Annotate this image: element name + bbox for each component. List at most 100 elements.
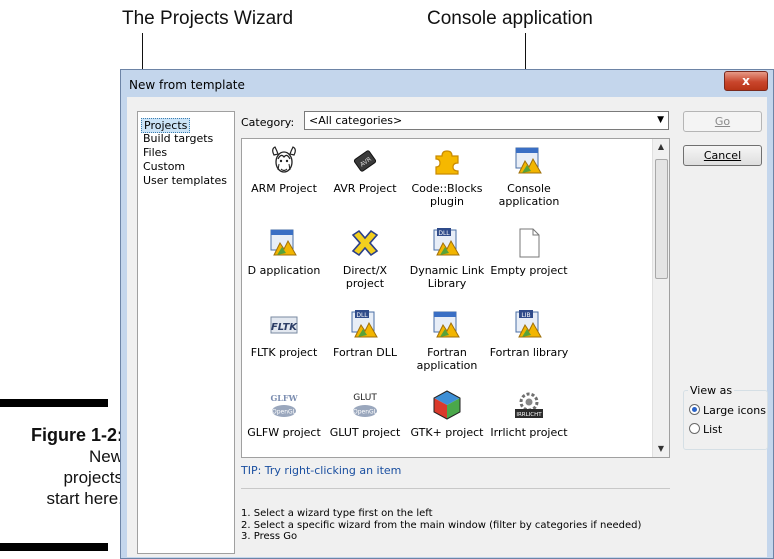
template-dynamic-link-library[interactable]: DLL Dynamic Link Library xyxy=(406,227,488,290)
opengl-badge-text: OpenGL xyxy=(272,409,297,416)
template-label: GLFW project xyxy=(247,426,321,439)
template-fortran-library[interactable]: LIB Fortran library xyxy=(488,309,570,359)
instruction-line: 1. Select a wizard type first on the lef… xyxy=(241,508,433,519)
template-fortran-dll[interactable]: DLL Fortran DLL xyxy=(324,309,406,359)
glfw-icon-text: GLFW xyxy=(270,393,298,403)
irrlicht-icon-text: IRRLICHT xyxy=(516,412,542,418)
template-label: Code::Blocks plugin xyxy=(411,182,483,208)
caption-line: start here. xyxy=(46,489,123,508)
wizard-type-custom[interactable]: Custom xyxy=(141,160,187,173)
caption-line: projects xyxy=(63,468,123,487)
window-title: New from template xyxy=(129,78,245,92)
divider xyxy=(241,488,670,489)
view-as-group: View as Large icons List xyxy=(683,384,768,450)
caption-rule xyxy=(0,399,108,407)
fltk-icon-text: FLTK xyxy=(271,322,298,333)
lib-icon: LIB xyxy=(515,310,542,338)
app-icon xyxy=(433,311,460,338)
large-icons-radio[interactable]: Large icons xyxy=(689,404,766,417)
fltk-icon: FLTK xyxy=(270,316,298,334)
template-avr-project[interactable]: AVR AVR Project xyxy=(324,145,406,195)
view-as-legend: View as xyxy=(688,384,735,397)
close-button[interactable]: x xyxy=(724,71,768,91)
glut-icon-text: GLUT xyxy=(353,393,377,403)
callout-projects-wizard: The Projects Wizard xyxy=(122,8,294,29)
scroll-down-icon[interactable]: ▼ xyxy=(653,441,669,457)
template-label: Console application xyxy=(498,182,560,208)
category-label: Category: xyxy=(241,116,295,129)
template-label: Fortran application xyxy=(416,346,478,372)
template-arm-project[interactable]: ARM Project xyxy=(243,145,325,195)
dropdown-arrow-icon[interactable]: ▼ xyxy=(657,112,664,129)
category-select[interactable]: <All categories> ▼ xyxy=(304,111,669,130)
template-label: Empty project xyxy=(490,264,568,277)
lib-icon-text: LIB xyxy=(521,312,530,319)
puzzle-icon xyxy=(435,150,459,175)
title-bar: New from template x xyxy=(121,70,773,97)
template-glut-project[interactable]: GLUT OpenGL GLUT project xyxy=(324,389,406,439)
template-label: FLTK project xyxy=(250,346,318,359)
cancel-button-label: Cancel xyxy=(703,149,742,162)
go-button[interactable]: Go xyxy=(683,111,762,132)
instructions: 1. Select a wizard type first on the lef… xyxy=(241,508,641,543)
template-label: GLUT project xyxy=(329,426,401,439)
irrlicht-icon: IRRLICHT xyxy=(515,392,543,418)
app-icon xyxy=(270,229,297,256)
template-label: Fortran DLL xyxy=(333,346,397,359)
large-icons-label: Large icons xyxy=(703,404,766,417)
template-codeblocks-plugin[interactable]: Code::Blocks plugin xyxy=(406,145,488,208)
figure-number: Figure 1-2: xyxy=(30,425,123,445)
template-label: D application xyxy=(247,264,321,277)
template-label: ARM Project xyxy=(251,182,317,195)
callout-console-application: Console application xyxy=(427,8,593,29)
console-app-icon xyxy=(515,147,542,174)
wizard-type-files[interactable]: Files xyxy=(141,146,169,159)
wizard-type-user-templates[interactable]: User templates xyxy=(141,174,229,187)
template-label: GTK+ project xyxy=(410,426,484,439)
wizard-type-projects[interactable]: Projects xyxy=(141,118,191,133)
wizard-type-build-targets[interactable]: Build targets xyxy=(141,132,215,145)
template-directx-project[interactable]: Direct/X project xyxy=(324,227,406,290)
gtk-cube-icon xyxy=(433,390,461,420)
template-d-application[interactable]: D application xyxy=(243,227,325,277)
template-label: AVR Project xyxy=(333,182,397,195)
gnu-icon xyxy=(272,146,296,173)
template-irrlicht-project[interactable]: IRRLICHT Irrlicht project xyxy=(488,389,570,439)
template-gtk-project[interactable]: GTK+ project xyxy=(406,389,488,439)
dll-icon-text: DLL xyxy=(438,230,450,237)
template-fortran-application[interactable]: Fortran application xyxy=(406,309,488,372)
instruction-line: 2. Select a specific wizard from the mai… xyxy=(241,519,642,531)
template-label: Fortran library xyxy=(489,346,569,359)
template-label: Direct/X project xyxy=(342,264,388,290)
directx-icon xyxy=(351,229,379,257)
cancel-button[interactable]: Cancel xyxy=(683,145,762,166)
caption-line: New xyxy=(88,447,123,466)
scroll-up-icon[interactable]: ▲ xyxy=(653,139,669,155)
template-glfw-project[interactable]: GLFW OpenGL GLFW project xyxy=(243,389,325,439)
dialog-body: Projects Build targets Files Custom User… xyxy=(127,97,768,557)
template-fltk-project[interactable]: FLTK FLTK project xyxy=(243,309,325,359)
template-grid-scrollbar[interactable]: ▲ ▼ xyxy=(652,139,669,457)
dll-icon: DLL xyxy=(351,310,378,338)
blank-page-icon xyxy=(519,228,540,258)
template-console-application[interactable]: Console application xyxy=(488,145,570,208)
glut-icon: GLUT OpenGL xyxy=(353,393,378,417)
go-button-label: Go xyxy=(714,115,731,128)
template-grid: ARM Project AVR AVR Project Code::Blocks… xyxy=(241,138,670,458)
list-label: List xyxy=(703,423,723,436)
radio-unchecked-icon xyxy=(689,423,700,434)
template-label: Irrlicht project xyxy=(490,426,568,439)
avr-chip-icon: AVR xyxy=(353,150,377,172)
list-radio[interactable]: List xyxy=(689,423,722,436)
radio-checked-icon xyxy=(689,404,700,415)
template-empty-project[interactable]: Empty project xyxy=(488,227,570,277)
tip-text: TIP: Try right-clicking an item xyxy=(241,464,402,477)
template-label: Dynamic Link Library xyxy=(409,264,485,290)
scrollbar-thumb[interactable] xyxy=(655,159,668,279)
figure-caption: Figure 1-2: New projects start here. xyxy=(0,425,123,509)
new-from-template-dialog: New from template x Projects Build targe… xyxy=(120,69,774,559)
opengl-badge-text: OpenGL xyxy=(353,409,378,416)
dll-icon: DLL xyxy=(433,228,460,256)
wizard-type-list: Projects Build targets Files Custom User… xyxy=(137,111,235,554)
caption-rule xyxy=(0,543,108,551)
